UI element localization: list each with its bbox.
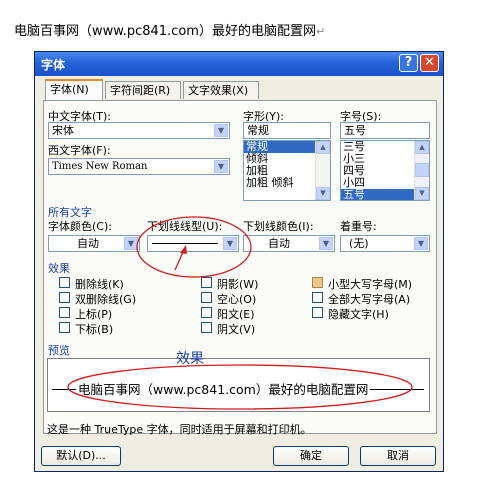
annotation-ellipse-underline	[136, 216, 252, 278]
annotation-effect-label: 效果	[176, 351, 204, 367]
annotation-ellipse-preview	[67, 364, 413, 410]
annotation-arrow-head	[180, 245, 187, 254]
annotation-overlay	[67, 216, 413, 410]
